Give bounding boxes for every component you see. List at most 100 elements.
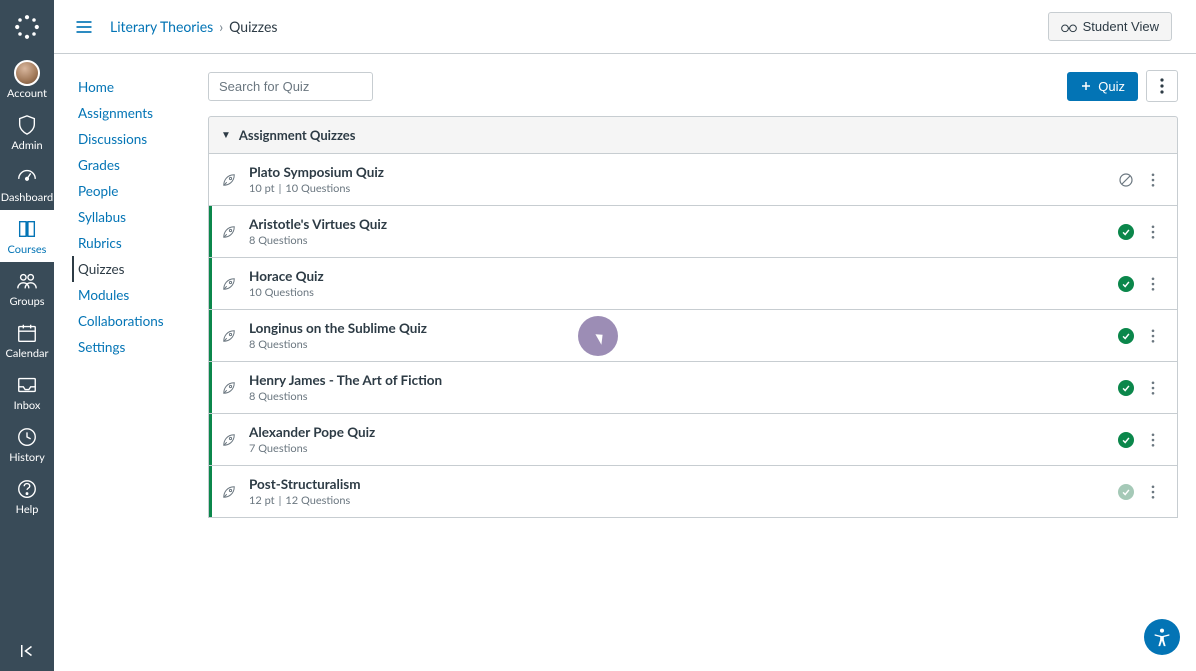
breadcrumb-current: Quizzes — [229, 18, 277, 35]
quiz-options-button[interactable] — [1146, 70, 1178, 102]
course-nav-home[interactable]: Home — [72, 74, 184, 100]
course-nav-syllabus[interactable]: Syllabus — [72, 204, 184, 230]
published-icon[interactable] — [1111, 224, 1141, 240]
quiz-row: Alexander Pope Quiz 7 Questions — [209, 414, 1177, 466]
published-icon[interactable] — [1111, 328, 1141, 344]
calendar-icon — [14, 322, 40, 344]
quiz-row-menu[interactable] — [1141, 485, 1165, 499]
course-nav: HomeAssignmentsDiscussionsGradesPeopleSy… — [54, 54, 184, 671]
course-nav-rubrics[interactable]: Rubrics — [72, 230, 184, 256]
course-nav-grades[interactable]: Grades — [72, 152, 184, 178]
global-nav: Account Admin Dashboard Courses Groups Calend… — [0, 0, 54, 671]
rocket-icon — [209, 431, 249, 449]
hamburger-icon — [74, 17, 94, 37]
course-nav-settings[interactable]: Settings — [72, 334, 184, 360]
nav-item-help[interactable]: Help — [0, 470, 54, 522]
nav-item-inbox[interactable]: Inbox — [0, 366, 54, 418]
quiz-row-menu[interactable] — [1141, 329, 1165, 343]
nav-item-history[interactable]: History — [0, 418, 54, 470]
nav-item-account[interactable]: Account — [0, 54, 54, 106]
section-title: Assignment Quizzes — [239, 127, 356, 143]
nav-item-label: Calendar — [6, 347, 49, 360]
rocket-icon — [209, 275, 249, 293]
quiz-questions: 8 Questions — [249, 234, 308, 247]
content-area: Quiz ▼ Assignment Quizzes Plato Symposiu… — [184, 54, 1196, 671]
quiz-title-link[interactable]: Post-Structuralism — [249, 476, 1111, 492]
course-nav-modules[interactable]: Modules — [72, 282, 184, 308]
published-icon[interactable] — [1111, 380, 1141, 396]
search-input[interactable] — [208, 72, 373, 101]
collapse-icon — [18, 642, 36, 660]
rocket-icon — [209, 171, 249, 189]
top-bar: Literary Theories › Quizzes Student View — [54, 0, 1196, 54]
book-icon — [14, 218, 40, 240]
breadcrumb-separator: › — [219, 18, 223, 35]
quiz-row-menu[interactable] — [1141, 433, 1165, 447]
quiz-title-link[interactable]: Alexander Pope Quiz — [249, 424, 1111, 440]
breadcrumb-course-link[interactable]: Literary Theories — [110, 18, 213, 35]
nav-item-courses[interactable]: Courses — [0, 210, 54, 262]
quiz-row-menu[interactable] — [1141, 381, 1165, 395]
quiz-questions: 8 Questions — [249, 390, 308, 403]
published-icon[interactable] — [1111, 432, 1141, 448]
section-header[interactable]: ▼ Assignment Quizzes — [208, 116, 1178, 154]
nav-item-label: Groups — [9, 295, 44, 308]
quiz-subtitle: 12 pt|12 Questions — [249, 494, 1111, 507]
nav-item-label: Admin — [11, 139, 42, 152]
plus-icon — [1080, 80, 1092, 92]
nav-item-dashboard[interactable]: Dashboard — [0, 158, 54, 210]
quiz-row: Post-Structuralism 12 pt|12 Questions — [209, 466, 1177, 518]
course-nav-collaborations[interactable]: Collaborations — [72, 308, 184, 334]
rocket-icon — [209, 483, 249, 501]
quiz-subtitle: 10 Questions — [249, 286, 1111, 299]
kebab-icon — [1160, 78, 1164, 94]
quiz-meta: Horace Quiz 10 Questions — [249, 268, 1111, 299]
nav-item-groups[interactable]: Groups — [0, 262, 54, 314]
quiz-title-link[interactable]: Aristotle's Virtues Quiz — [249, 216, 1111, 232]
quiz-row: Horace Quiz 10 Questions — [209, 258, 1177, 310]
quiz-row-menu[interactable] — [1141, 277, 1165, 291]
nav-item-label: Help — [16, 503, 39, 516]
quiz-title-link[interactable]: Horace Quiz — [249, 268, 1111, 284]
student-view-button[interactable]: Student View — [1048, 12, 1172, 41]
quiz-meta: Plato Symposium Quiz10 pt|10 Questions — [249, 164, 1111, 195]
add-quiz-button[interactable]: Quiz — [1067, 72, 1138, 101]
hamburger-button[interactable] — [72, 15, 96, 39]
quiz-subtitle: 8 Questions — [249, 234, 1111, 247]
course-nav-discussions[interactable]: Discussions — [72, 126, 184, 152]
quiz-row: Plato Symposium Quiz10 pt|10 Questions — [209, 154, 1177, 206]
nav-item-label: Dashboard — [1, 191, 53, 204]
quiz-row: Henry James - The Art of Fiction 8 Questi… — [209, 362, 1177, 414]
quiz-title-link[interactable]: Plato Symposium Quiz — [249, 164, 1111, 180]
avatar-icon — [14, 62, 40, 84]
accessibility-button[interactable] — [1144, 619, 1180, 655]
nav-item-label: Account — [7, 87, 47, 100]
people-icon — [14, 270, 40, 292]
unpublished-icon[interactable] — [1111, 172, 1141, 188]
quiz-row-menu[interactable] — [1141, 173, 1165, 187]
published-icon[interactable] — [1111, 484, 1141, 500]
collapse-nav-button[interactable] — [0, 631, 54, 671]
app-logo[interactable] — [0, 0, 54, 54]
main-area: Literary Theories › Quizzes Student View… — [54, 0, 1196, 671]
published-icon[interactable] — [1111, 276, 1141, 292]
quiz-row-menu[interactable] — [1141, 225, 1165, 239]
nav-item-admin[interactable]: Admin — [0, 106, 54, 158]
divider: | — [279, 494, 282, 507]
accessibility-icon — [1151, 626, 1173, 648]
quiz-subtitle: 8 Questions — [249, 338, 1111, 351]
nav-item-calendar[interactable]: Calendar — [0, 314, 54, 366]
course-nav-people[interactable]: People — [72, 178, 184, 204]
quiz-questions: 10 Questions — [249, 286, 314, 299]
course-nav-quizzes[interactable]: Quizzes — [72, 256, 184, 282]
quiz-questions: 7 Questions — [249, 442, 308, 455]
quiz-title-link[interactable]: Henry James - The Art of Fiction — [249, 372, 1111, 388]
quiz-title-link[interactable]: Longinus on the Sublime Quiz — [249, 320, 1111, 336]
question-icon — [14, 478, 40, 500]
course-nav-assignments[interactable]: Assignments — [72, 100, 184, 126]
quiz-meta: Longinus on the Sublime Quiz 8 Questions — [249, 320, 1111, 351]
glasses-icon — [1061, 20, 1077, 34]
quiz-row: Longinus on the Sublime Quiz 8 Questions — [209, 310, 1177, 362]
student-view-label: Student View — [1083, 19, 1159, 34]
quiz-meta: Henry James - The Art of Fiction 8 Questi… — [249, 372, 1111, 403]
